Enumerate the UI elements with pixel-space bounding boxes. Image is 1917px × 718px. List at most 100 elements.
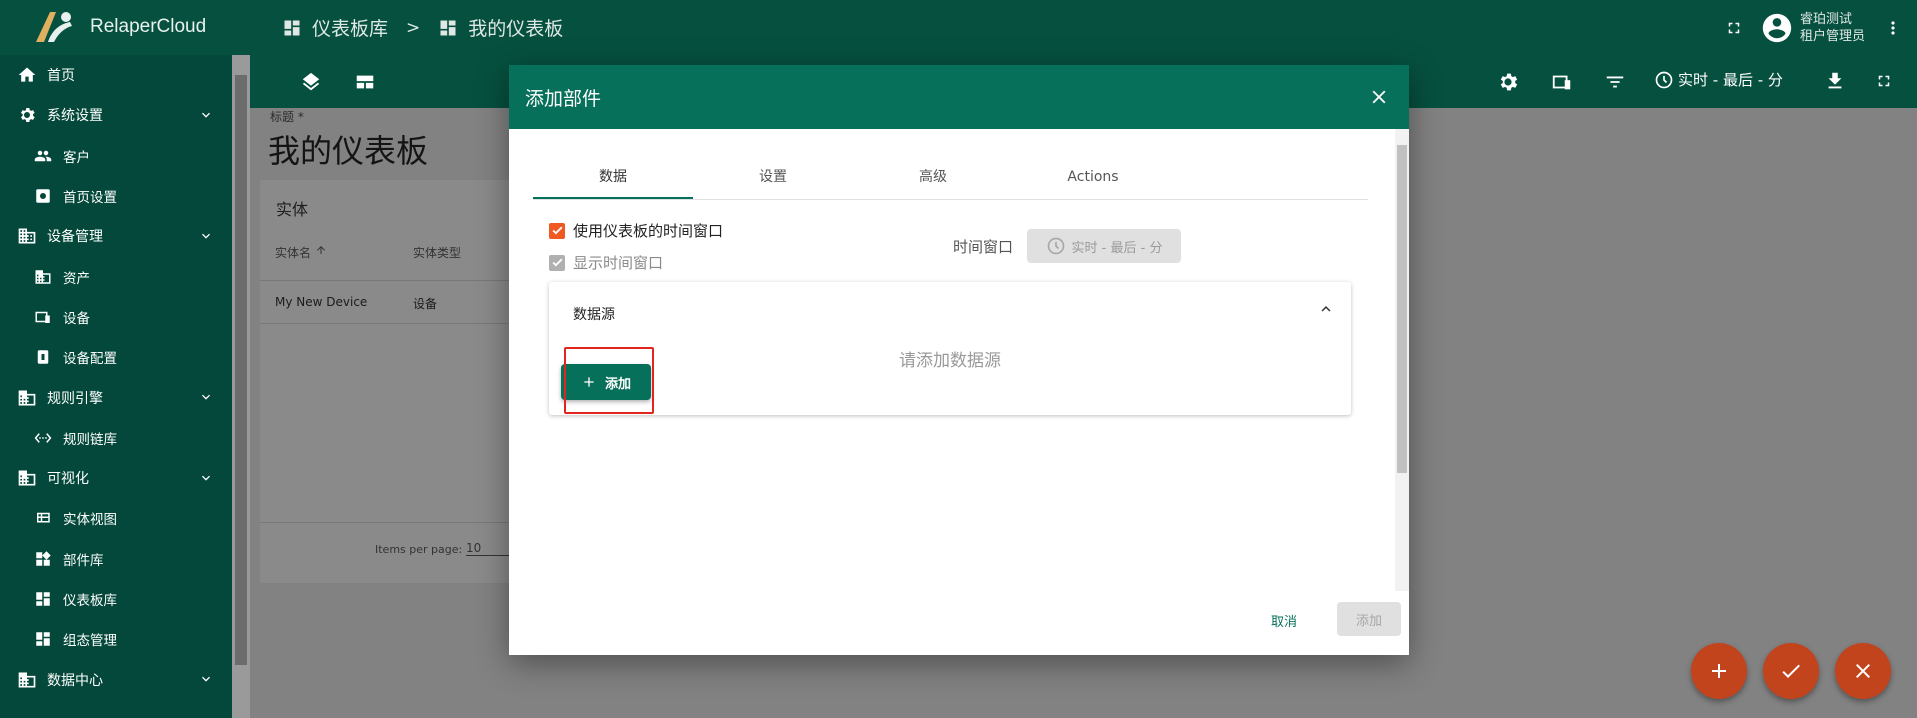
sidebar-item-device-management[interactable]: 设备管理 <box>0 216 232 256</box>
download-icon[interactable] <box>1824 70 1846 92</box>
building-icon <box>16 225 38 247</box>
tab-actions[interactable]: Actions <box>1013 155 1173 199</box>
sidebar-item-rule-engine[interactable]: 规则引擎 <box>0 377 232 417</box>
people-icon <box>32 145 54 167</box>
sidebar-item-widgets-library[interactable]: 部件库 <box>0 539 232 579</box>
timewindow-label: 时间窗口 <box>953 238 1014 256</box>
sidebar-item-label: 设备配置 <box>63 351 117 368</box>
dialog-title: 添加部件 <box>525 87 602 110</box>
timewindow-label: 实时 - 最后 - 分 <box>1678 71 1783 89</box>
sidebar-item-visualization[interactable]: 可视化 <box>0 458 232 498</box>
building-icon <box>32 266 54 288</box>
close-icon <box>1856 664 1870 678</box>
check-icon <box>551 258 563 267</box>
sidebar-item-rule-chains[interactable]: 规则链库 <box>0 418 232 458</box>
paginator: Items per page: 10 <box>260 522 530 583</box>
dashboards-icon <box>284 20 300 35</box>
breadcrumb-current: 我的仪表板 <box>468 18 564 40</box>
cancel-edit-fab[interactable] <box>1835 643 1891 699</box>
widgets-icon <box>32 548 54 570</box>
sidebar-item-entity-views[interactable]: 实体视图 <box>0 498 232 538</box>
home-icon <box>16 64 38 86</box>
dialog-tabs: 数据 设置 高级 Actions <box>533 155 1368 200</box>
sidebar-item-scada[interactable]: 组态管理 <box>0 619 232 659</box>
devices-icon[interactable] <box>1550 71 1574 93</box>
cell-entity-type: 设备 <box>413 297 438 311</box>
sidebar-item-home-settings[interactable]: 首页设置 <box>0 176 232 216</box>
account-icon[interactable] <box>1760 11 1794 45</box>
sidebar-item-dashboards[interactable]: 仪表板库 <box>0 579 232 619</box>
sidebar-item-assets[interactable]: 资产 <box>0 256 232 296</box>
sidebar-item-home[interactable]: 首页 <box>0 55 232 95</box>
settings-icon[interactable] <box>1496 70 1520 94</box>
tab-data[interactable]: 数据 <box>533 155 693 199</box>
datasources-empty-message: 请添加数据源 <box>899 351 1001 371</box>
sidebar-item-system-settings[interactable]: 系统设置 <box>0 95 232 135</box>
clock-icon <box>1047 237 1064 255</box>
sidebar-item-customers[interactable]: 客户 <box>0 136 232 176</box>
datasources-title: 数据源 <box>573 307 615 323</box>
checkbox-label: 使用仪表板的时间窗口 <box>573 222 724 240</box>
tab-settings[interactable]: 设置 <box>693 155 853 199</box>
tab-advanced[interactable]: 高级 <box>853 155 1013 199</box>
add-widget-fab[interactable] <box>1691 643 1747 699</box>
timewindow-button[interactable]: 实时 - 最后 - 分 <box>1654 69 1783 90</box>
layers-icon[interactable] <box>300 71 322 93</box>
sidebar-item-label: 设备管理 <box>47 229 103 246</box>
timewindow-value: 实时 - 最后 - 分 <box>1071 240 1163 256</box>
save-fab[interactable] <box>1763 643 1819 699</box>
dialog-scrollbar[interactable] <box>1395 129 1409 591</box>
use-dashboard-timewindow-checkbox[interactable] <box>549 222 565 239</box>
sidebar-item-label: 设备 <box>63 310 90 327</box>
sidebar-item-label: 首页 <box>47 68 75 85</box>
sidebar-item-device-profiles[interactable]: 设备配置 <box>0 337 232 377</box>
chevron-up-icon[interactable] <box>1317 300 1335 318</box>
dashboard-title-label: 标题 * <box>270 110 304 124</box>
items-per-page-label: Items per page: <box>375 543 463 556</box>
topbar-right: 睿珀测试 租户管理员 <box>1714 0 1917 55</box>
sidebar-item-label: 可视化 <box>47 471 89 488</box>
dashboard-icon <box>32 588 54 610</box>
add-widget-dialog: 添加部件 数据 设置 高级 Actions 使用仪表板的时间窗口 显示时间窗口 … <box>509 65 1409 655</box>
highlight-box <box>564 347 654 414</box>
breadcrumb-root[interactable]: 仪表板库 <box>312 14 388 41</box>
fullscreen-button[interactable] <box>1714 8 1754 48</box>
app-logo[interactable]: RelaperCloud <box>30 8 206 46</box>
fullscreen-icon <box>1728 22 1740 33</box>
sidebar-scrollbar[interactable] <box>232 55 250 718</box>
display-timewindow-checkbox <box>549 254 565 271</box>
code-icon <box>32 427 54 449</box>
sidebar-item-label: 实体视图 <box>63 512 117 529</box>
more-vert-icon <box>1891 20 1895 35</box>
check-icon <box>551 226 563 235</box>
sidebar-item-label: 规则链库 <box>63 431 117 448</box>
sidebar-item-data-center[interactable]: 数据中心 <box>0 659 232 699</box>
sidebar-item-label: 规则引擎 <box>47 390 103 407</box>
fullscreen-icon[interactable] <box>1875 72 1893 90</box>
plus-icon <box>1712 664 1726 678</box>
sidebar-item-label: 数据中心 <box>47 672 103 689</box>
sidebar-item-devices[interactable]: 设备 <box>0 297 232 337</box>
chevron-down-icon <box>202 475 210 481</box>
layout-icon[interactable] <box>354 71 376 93</box>
close-button[interactable] <box>1365 83 1393 111</box>
view-icon <box>32 507 54 529</box>
more-menu-button[interactable] <box>1873 8 1913 48</box>
device-profile-icon <box>32 346 54 368</box>
scrollbar-thumb[interactable] <box>235 75 247 665</box>
scrollbar-thumb[interactable] <box>1397 145 1407 473</box>
filter-icon[interactable] <box>1604 71 1626 93</box>
dashboard-icon <box>32 628 54 650</box>
logo-icon <box>36 12 72 42</box>
chevron-down-icon <box>202 233 210 239</box>
use-dashboard-timewindow-row[interactable]: 使用仪表板的时间窗口 <box>549 220 723 241</box>
user-info[interactable]: 睿珀测试 租户管理员 <box>1800 11 1865 45</box>
column-header-entity-name[interactable]: 实体名 <box>275 244 327 261</box>
dashboard-title: 我的仪表板 <box>268 132 429 170</box>
table-row[interactable]: My New Device 设备 <box>260 280 530 324</box>
datasources-panel: 数据源 请添加数据源 添加 <box>549 282 1351 415</box>
building-icon <box>16 467 38 489</box>
column-header-entity-type[interactable]: 实体类型 <box>413 244 461 261</box>
chevron-down-icon <box>202 677 210 683</box>
cancel-button[interactable]: 取消 <box>1271 611 1297 630</box>
